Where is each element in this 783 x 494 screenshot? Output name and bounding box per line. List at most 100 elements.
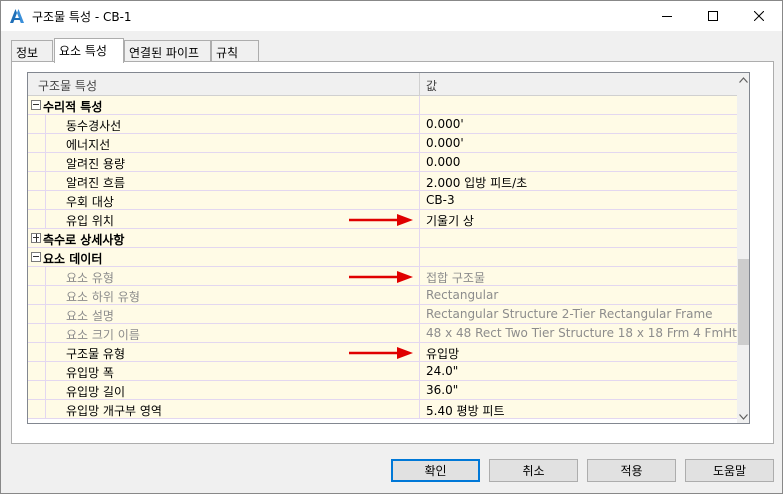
property-row[interactable]: 유입망 길이 36.0" (28, 381, 737, 400)
minimize-icon (662, 16, 672, 17)
property-row[interactable]: 요소 설명 Rectangular Structure 2-Tier Rectan… (28, 305, 737, 324)
property-name-cell[interactable]: 측수로 상세사항 (28, 229, 419, 248)
property-label: 유입 위치 (66, 214, 114, 228)
property-value-cell[interactable]: CB-3 (419, 191, 737, 210)
property-value-cell[interactable]: 0.000' (419, 134, 737, 153)
property-name-cell[interactable]: 알려진 흐름 (28, 172, 419, 191)
property-name-cell[interactable]: 에너지선 (28, 134, 419, 153)
property-row[interactable]: 유입망 폭 24.0" (28, 362, 737, 381)
indent-divider (45, 153, 46, 172)
indent-divider (45, 134, 46, 153)
property-value-cell[interactable]: 2.000 입방 피트/초 (419, 172, 737, 191)
property-value-cell[interactable]: 36.0" (419, 381, 737, 400)
property-value-cell: Rectangular Structure 2-Tier Rectangular… (419, 305, 737, 324)
property-label: 요소 데이터 (43, 252, 103, 266)
property-value-cell[interactable] (419, 96, 737, 115)
red-arrow-icon (349, 214, 413, 226)
property-value-cell[interactable] (419, 248, 737, 267)
property-label: 측수로 상세사항 (43, 233, 125, 247)
property-label: 알려진 용량 (66, 157, 126, 171)
close-button[interactable] (736, 1, 782, 31)
indent-divider (45, 305, 46, 324)
property-label: 요소 설명 (66, 309, 114, 323)
property-value-cell[interactable]: 기울기 상 (419, 210, 737, 229)
ok-button[interactable]: 확인 (391, 459, 480, 482)
cancel-button[interactable]: 취소 (489, 459, 578, 482)
indent-divider (45, 324, 46, 343)
property-row[interactable]: 요소 유형 접합 구조물 (28, 267, 737, 286)
tab-rules[interactable]: 규칙 (211, 40, 259, 62)
property-name-cell[interactable]: 유입망 개구부 영역 (28, 400, 419, 419)
property-row[interactable]: 알려진 흐름 2.000 입방 피트/초 (28, 172, 737, 191)
property-name-cell[interactable]: 우회 대상 (28, 191, 419, 210)
property-row[interactable]: 유입망 개구부 영역 5.40 평방 피트 (28, 400, 737, 419)
indent-divider (45, 381, 46, 400)
property-name-cell[interactable]: 유입망 길이 (28, 381, 419, 400)
property-name-cell[interactable]: 요소 크기 이름 (28, 324, 419, 343)
scroll-up-icon[interactable] (737, 73, 749, 86)
property-label: 유입망 길이 (66, 385, 126, 399)
tab-panel: 구조물 특성 값 수리적 특성 동수경사선 0.000' 에너지선 0.000' 알려진 … (11, 61, 774, 444)
indent-divider (45, 286, 46, 305)
apply-button[interactable]: 적용 (587, 459, 676, 482)
collapse-icon[interactable] (31, 252, 41, 262)
property-row[interactable]: 요소 크기 이름 48 x 48 Rect Two Tier Structure … (28, 324, 737, 343)
property-value-cell[interactable]: 24.0" (419, 362, 737, 381)
property-group-row[interactable]: 측수로 상세사항 (28, 229, 737, 248)
indent-divider (45, 400, 46, 419)
vertical-scrollbar[interactable] (737, 73, 749, 423)
property-label: 요소 크기 이름 (66, 328, 140, 342)
property-row[interactable]: 동수경사선 0.000' (28, 115, 737, 134)
property-value-cell[interactable]: 유입망 (419, 343, 737, 362)
property-name-cell[interactable]: 유입망 폭 (28, 362, 419, 381)
scroll-down-icon[interactable] (737, 410, 749, 423)
grid-header: 구조물 특성 값 (28, 73, 737, 96)
property-name-cell[interactable]: 알려진 용량 (28, 153, 419, 172)
property-row[interactable]: 요소 하위 유형 Rectangular (28, 286, 737, 305)
property-value-cell: 접합 구조물 (419, 267, 737, 286)
column-header-value[interactable]: 값 (426, 77, 437, 94)
autodesk-a-icon (10, 9, 24, 23)
collapse-icon[interactable] (31, 100, 41, 110)
property-row[interactable]: 우회 대상 CB-3 (28, 191, 737, 210)
property-group-row[interactable]: 수리적 특성 (28, 96, 737, 115)
property-row[interactable]: 유입 위치 기울기 상 (28, 210, 737, 229)
window-title: 구조물 특성 - CB-1 (32, 10, 132, 24)
property-row[interactable]: 에너지선 0.000' (28, 134, 737, 153)
column-separator[interactable] (419, 73, 420, 96)
expand-icon[interactable] (31, 233, 41, 243)
property-name-cell[interactable]: 동수경사선 (28, 115, 419, 134)
indent-divider (45, 115, 46, 134)
structure-properties-dialog: 구조물 특성 - CB-1 정보 요소 특성 연결된 파이프 규칙 구조물 특성… (0, 0, 783, 494)
tab-element-properties[interactable]: 요소 특성 (54, 38, 124, 63)
property-group-row[interactable]: 요소 데이터 (28, 248, 737, 267)
property-row[interactable]: 구조물 유형 유입망 (28, 343, 737, 362)
property-name-cell[interactable]: 수리적 특성 (28, 96, 419, 115)
indent-divider (45, 191, 46, 210)
property-label: 요소 유형 (66, 271, 114, 285)
help-button[interactable]: 도움말 (685, 459, 774, 482)
property-name-cell[interactable]: 요소 데이터 (28, 248, 419, 267)
property-row[interactable]: 알려진 용량 0.000 (28, 153, 737, 172)
property-value-cell[interactable]: 0.000' (419, 115, 737, 134)
column-header-name[interactable]: 구조물 특성 (38, 77, 97, 94)
scroll-thumb[interactable] (738, 259, 749, 345)
property-label: 유입망 개구부 영역 (66, 404, 162, 418)
property-value-cell: Rectangular (419, 286, 737, 305)
tab-info[interactable]: 정보 (11, 40, 53, 62)
property-value-cell: 48 x 48 Rect Two Tier Structure 18 x 18 … (419, 324, 737, 343)
property-name-cell[interactable]: 요소 하위 유형 (28, 286, 419, 305)
indent-divider (45, 267, 46, 286)
property-label: 수리적 특성 (43, 100, 103, 114)
property-value-cell[interactable] (419, 229, 737, 248)
property-name-cell[interactable]: 요소 설명 (28, 305, 419, 324)
maximize-button[interactable] (690, 1, 736, 31)
property-label: 동수경사선 (66, 119, 122, 133)
minimize-button[interactable] (644, 1, 690, 31)
property-label: 에너지선 (66, 138, 111, 152)
property-value-cell[interactable]: 5.40 평방 피트 (419, 400, 737, 419)
tab-connected-pipes[interactable]: 연결된 파이프 (124, 40, 211, 62)
property-value-cell[interactable]: 0.000 (419, 153, 737, 172)
property-label: 구조물 유형 (66, 347, 126, 361)
red-arrow-icon (349, 347, 413, 359)
